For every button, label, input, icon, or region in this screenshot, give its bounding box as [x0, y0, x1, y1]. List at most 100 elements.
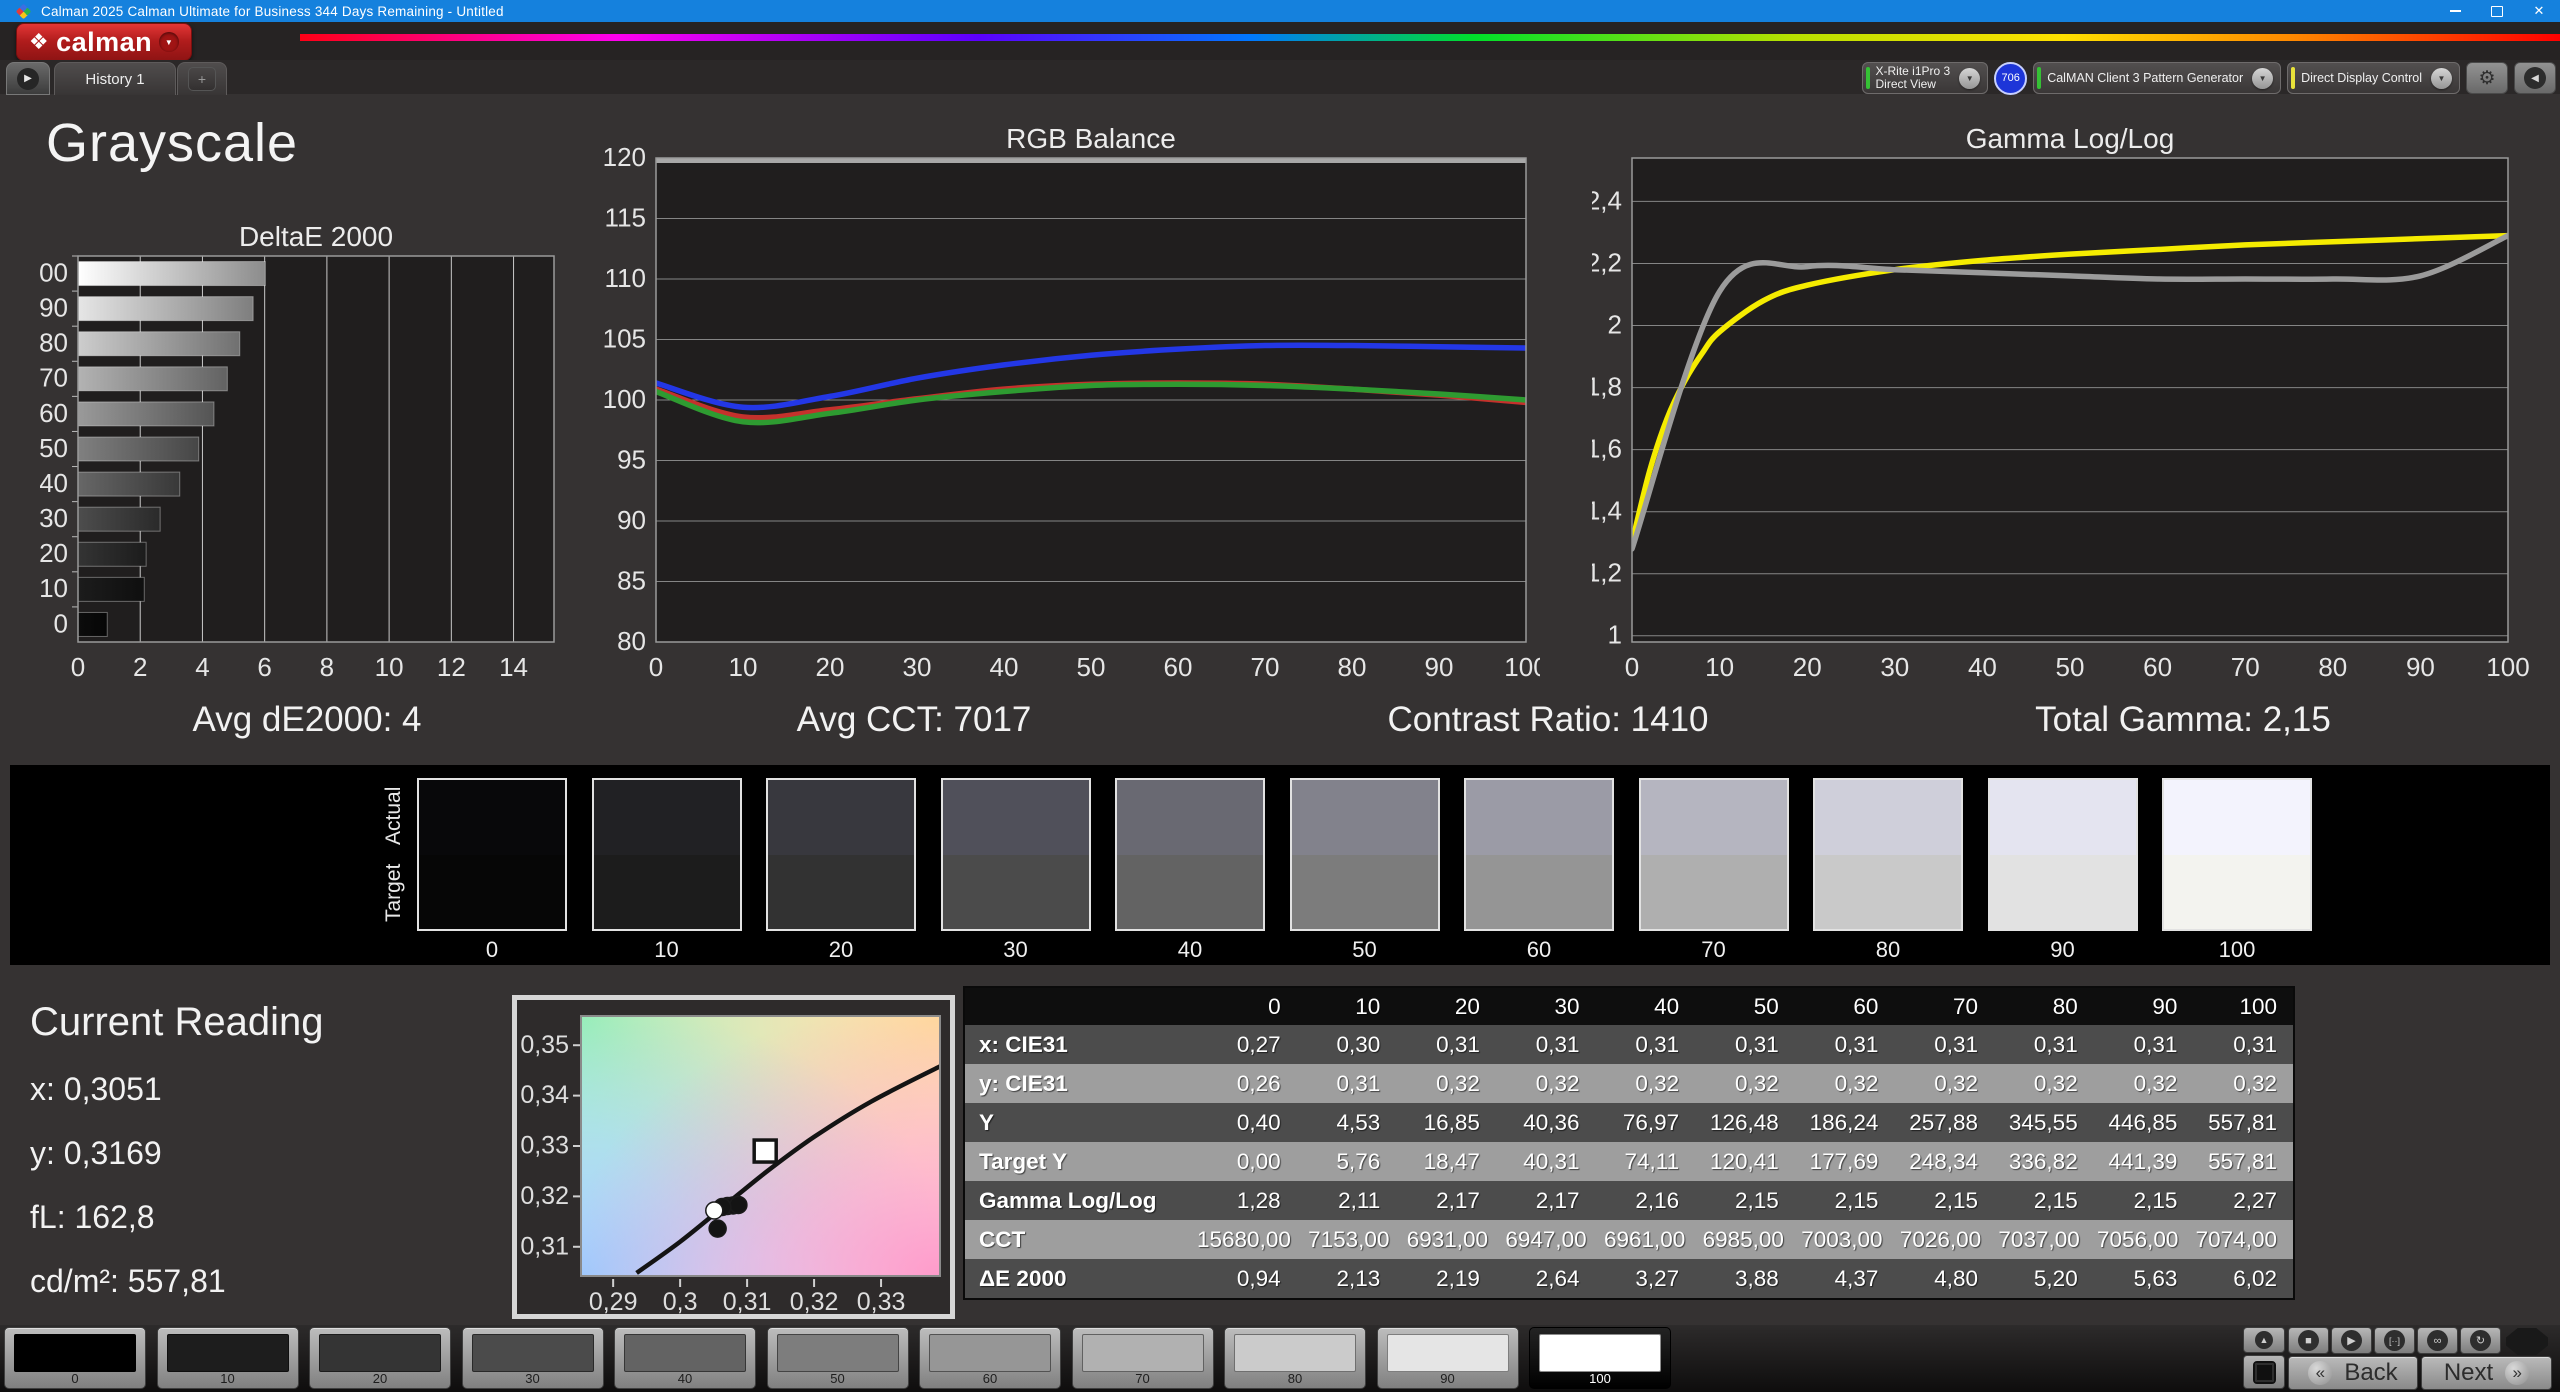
table-row-label: ΔE 2000 — [979, 1265, 1067, 1291]
svg-text:40: 40 — [990, 652, 1019, 682]
tab-history-1[interactable]: History 1 — [54, 62, 176, 95]
svg-text:Gamma Log/Log: Gamma Log/Log — [1966, 128, 2175, 154]
pattern-button-40[interactable]: 40 — [614, 1327, 756, 1389]
table-cell: 40,36 — [1523, 1109, 1580, 1135]
svg-text:30: 30 — [40, 503, 68, 533]
transport-range-button[interactable]: [··] — [2374, 1327, 2415, 1354]
svg-text:1,4: 1,4 — [1592, 496, 1622, 526]
svg-text:90: 90 — [1425, 652, 1454, 682]
grayscale-swatch-30 — [940, 778, 1091, 931]
table-column-header: 60 — [1853, 993, 1879, 1019]
pattern-button-70[interactable]: 70 — [1071, 1327, 1214, 1389]
gear-icon: ⚙ — [2478, 67, 2496, 89]
svg-text:40: 40 — [1968, 652, 1997, 682]
table-cell: 557,81 — [2208, 1148, 2277, 1174]
table-row: Y 0,40 4,53 16,85 40,36 76,97 126,48 186,24 257,… — [965, 1103, 2293, 1142]
pattern-button-10[interactable]: 10 — [156, 1327, 299, 1389]
svg-text:12: 12 — [437, 652, 466, 681]
svg-text:60: 60 — [2143, 652, 2172, 682]
source-dropdown[interactable]: CalMAN Client 3 Pattern Generator ▼ — [2033, 62, 2282, 94]
close-button[interactable]: ✕ — [2518, 0, 2560, 22]
table-cell: 7026,00 — [1899, 1226, 1982, 1252]
table-row-label: Gamma Log/Log — [979, 1187, 1157, 1213]
svg-text:1,6: 1,6 — [1592, 434, 1622, 464]
transport-play-button[interactable]: ▶ — [2331, 1327, 2372, 1354]
table-cell: 0,40 — [1236, 1109, 1281, 1135]
table-cell: 0,32 — [1635, 1070, 1680, 1096]
table-cell: 0,31 — [2233, 1031, 2277, 1057]
stop-icon — [2252, 1360, 2276, 1384]
meter-dropdown[interactable]: X-Rite i1Pro 3 Direct View ▼ — [1861, 62, 1989, 94]
table-column-header: 100 — [2239, 993, 2277, 1019]
maximize-button[interactable] — [2476, 0, 2518, 22]
page-title: Grayscale — [46, 113, 299, 173]
minimize-button[interactable] — [2434, 0, 2476, 22]
table-cell: 4,80 — [1934, 1265, 1979, 1291]
chevron-down-icon: ▼ — [2431, 67, 2452, 89]
swatch-level-label: 30 — [1003, 937, 1028, 962]
meter-badge[interactable]: 706 — [1994, 61, 2028, 95]
pattern-button-60[interactable]: 60 — [919, 1327, 1061, 1389]
transport-refresh-button[interactable]: ↻ — [2460, 1327, 2501, 1354]
pattern-button-90[interactable]: 90 — [1376, 1327, 1519, 1389]
table-cell: 4,37 — [1834, 1265, 1879, 1291]
back-button[interactable]: « Back — [2288, 1356, 2418, 1390]
calman-menu-button[interactable]: ❖ calman ▼ — [16, 23, 192, 61]
display-control-dropdown[interactable]: Direct Display Control ▼ — [2287, 62, 2460, 94]
table-column-header: 30 — [1554, 993, 1580, 1019]
table-cell: 2,17 — [1436, 1187, 1480, 1213]
svg-text:0: 0 — [54, 608, 68, 638]
svg-text:60: 60 — [1164, 652, 1193, 682]
transport-stop-button[interactable]: ■ — [2288, 1327, 2329, 1354]
contrast-ratio-stat: Contrast Ratio: 1410 — [1387, 700, 1709, 739]
table-cell: 186,24 — [1809, 1109, 1879, 1135]
svg-text:40: 40 — [40, 468, 68, 498]
svg-text:0: 0 — [71, 652, 85, 681]
pattern-button-100[interactable]: 100 — [1529, 1327, 1671, 1389]
add-tab-button[interactable]: + — [177, 62, 227, 95]
pattern-button-50[interactable]: 50 — [766, 1327, 909, 1389]
table-cell: 126,48 — [1709, 1109, 1779, 1135]
svg-text:0,34: 0,34 — [520, 1081, 569, 1109]
table-row-label: Y — [979, 1109, 995, 1135]
grayscale-swatch-80 — [1813, 778, 1963, 931]
table-row: Gamma Log/Log 1,28 2,11 2,17 2,17 2,16 2,15 2,1… — [965, 1181, 2293, 1220]
pattern-button-30[interactable]: 30 — [461, 1327, 604, 1389]
pattern-up-button[interactable]: ▲ — [2243, 1327, 2285, 1353]
svg-text:90: 90 — [617, 505, 646, 535]
table-cell: 7153,00 — [1308, 1226, 1390, 1252]
svg-text:70: 70 — [1251, 652, 1280, 682]
table-cell: 0,31 — [1934, 1031, 1979, 1057]
table-cell: 15680,00 — [1197, 1226, 1291, 1252]
cie-chart-panel: 0,31 0,32 0,33 0,34 0,35 0,29 0,3 0,31 0,32 0,33 — [512, 995, 955, 1319]
play-icon: ▶ — [17, 67, 39, 90]
table-cell: 0,31 — [1535, 1031, 1580, 1057]
transport-loop-button[interactable]: ∞ — [2417, 1327, 2458, 1354]
table-column-header: 80 — [2052, 993, 2078, 1019]
settings-button[interactable]: ⚙ — [2466, 62, 2508, 94]
table-cell: 257,88 — [1909, 1109, 1979, 1135]
next-button[interactable]: Next » — [2421, 1356, 2552, 1390]
table-cell: 2,15 — [1934, 1187, 1979, 1213]
table-cell: 4,53 — [1336, 1109, 1381, 1135]
calman-window: Calman 2025 Calman Ultimate for Business… — [0, 0, 2560, 1392]
chevron-down-icon: ▼ — [2252, 67, 2274, 89]
svg-text:1,2: 1,2 — [1592, 558, 1622, 588]
svg-text:0,35: 0,35 — [520, 1031, 569, 1059]
table-column-header: 0 — [1268, 993, 1281, 1019]
collapse-toolbar-button[interactable]: ◀ — [2514, 62, 2556, 94]
pattern-button-0[interactable]: 0 — [4, 1327, 146, 1389]
svg-text:0,3: 0,3 — [663, 1288, 698, 1314]
svg-text:100: 100 — [1504, 652, 1540, 682]
tab-scroll-button[interactable]: ▶ — [6, 62, 50, 95]
chevrons-right-icon: » — [2505, 1361, 2530, 1385]
pattern-button-80[interactable]: 80 — [1224, 1327, 1366, 1389]
table-cell: 446,85 — [2108, 1109, 2178, 1135]
calman-logo-label: calman — [56, 26, 153, 57]
table-cell: 0,31 — [1635, 1031, 1680, 1057]
infinity-icon: ∞ — [2427, 1330, 2448, 1351]
pattern-stop-button[interactable] — [2243, 1355, 2285, 1389]
table-cell: 248,34 — [1909, 1148, 1979, 1174]
table-cell: 0,94 — [1236, 1265, 1281, 1291]
pattern-button-20[interactable]: 20 — [309, 1327, 451, 1389]
